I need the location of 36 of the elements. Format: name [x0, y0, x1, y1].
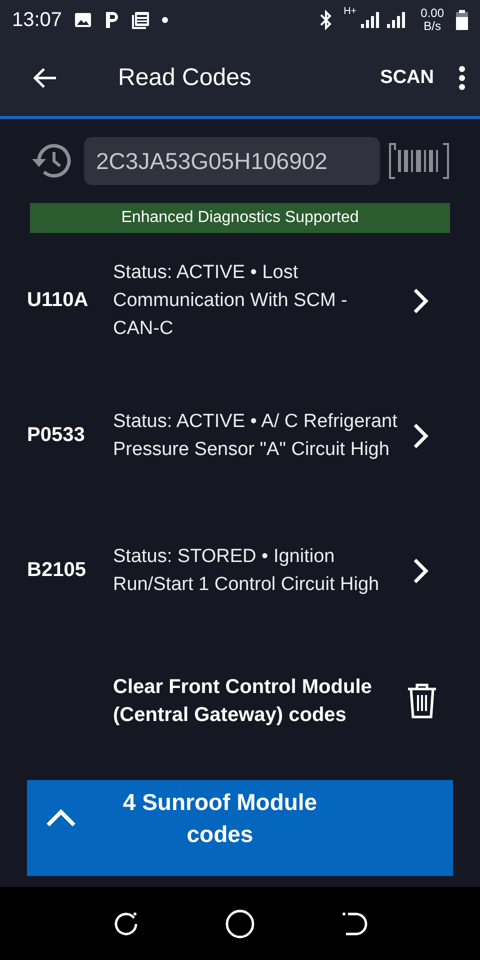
notification-dot-icon [162, 17, 168, 23]
code-description: Status: STORED • Ignition Run/Start 1 Control Circuit High [113, 544, 380, 596]
screen-title: Read Codes [118, 64, 252, 92]
return-icon [340, 910, 368, 938]
battery-icon [456, 10, 468, 30]
module-title: 4 Sunroof Module codes [122, 788, 318, 849]
code-description: Status: ACTIVE • A/ C Refrigerant Pressure Sensor "A" Circuit High [113, 410, 398, 462]
barcode-icon [389, 142, 449, 180]
trash-icon [407, 683, 437, 719]
home-icon [224, 908, 255, 938]
diagnostics-banner: Enhanced Diagnostics Supported [30, 203, 450, 233]
trouble-code-row[interactable]: U110A Status: ACTIVE • Lost Communication With SCM - CAN-C [27, 233, 453, 368]
clear-codes-label: Clear Front Control Module (Central Gateway) codes [113, 675, 373, 728]
chevron-up-icon [45, 808, 77, 828]
trouble-code: U110A [27, 289, 90, 312]
vin-field[interactable]: 2C3JA53G05H106902 [84, 137, 380, 185]
chevron-right-icon [412, 422, 430, 450]
code-description: Status: ACTIVE • Lost Communication With SCM - CAN-C [113, 260, 348, 340]
image-icon [74, 12, 92, 28]
scan-button[interactable]: SCAN [374, 61, 440, 95]
bluetooth-icon [320, 10, 332, 30]
more-vertical-icon [458, 65, 466, 91]
news-icon [132, 11, 150, 29]
speed-unit: B/s [424, 20, 441, 33]
clock-time: 13:07 [12, 8, 62, 32]
back-arrow-icon [32, 67, 58, 89]
trouble-code-row[interactable]: P0533 Status: ACTIVE • A/ C Refrigerant Pressure Sensor "A" Circuit High [27, 368, 453, 503]
chevron-right-icon [412, 286, 430, 314]
chevron-right-icon [412, 556, 430, 584]
trouble-code: B2105 [27, 559, 87, 582]
trouble-code-row[interactable]: B2105 Status: STORED • Ignition Run/Start 1 Control Circuit High [27, 503, 453, 638]
parking-icon [104, 10, 120, 30]
module-panel[interactable]: 4 Sunroof Module codes [27, 780, 453, 876]
speed-value: 0.00 [420, 7, 444, 20]
trouble-code: P0533 [27, 424, 86, 447]
network-type: H+ [344, 6, 357, 17]
